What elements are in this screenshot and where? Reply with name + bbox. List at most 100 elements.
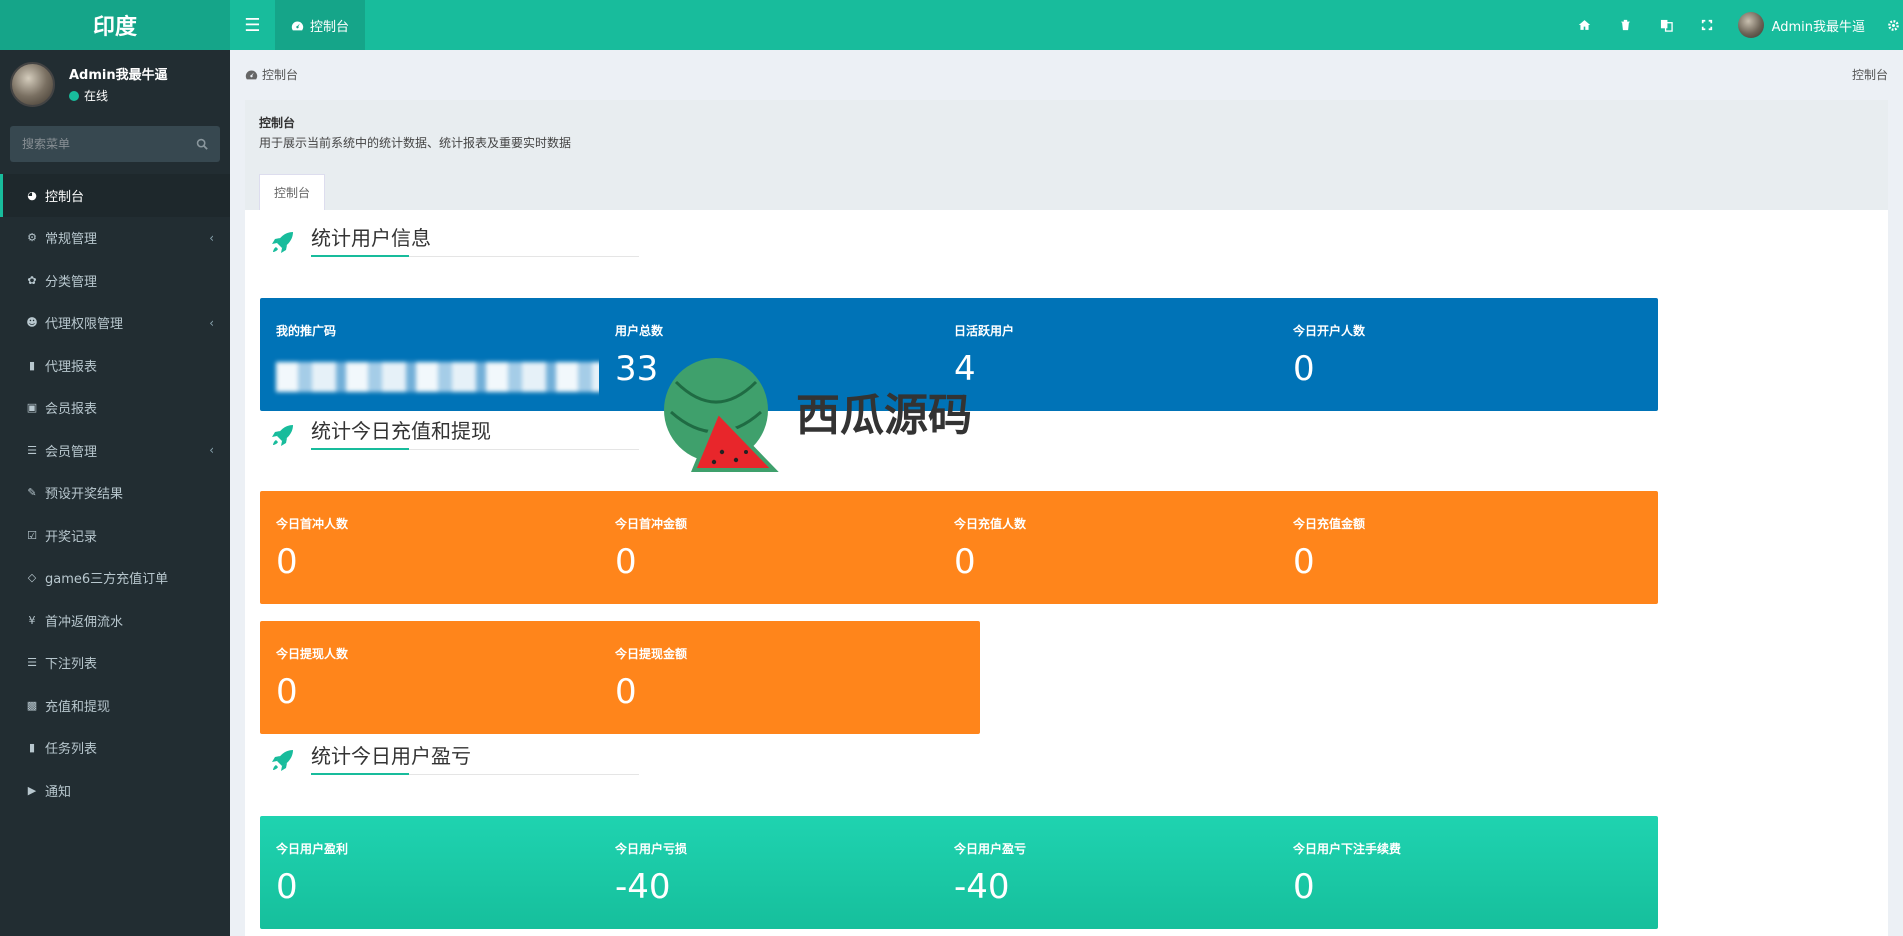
stat-card[interactable]: 今日提现人数 0 xyxy=(260,621,641,734)
sidebar-menu: ◕ 控制台 ⚙ 常规管理 ‹ ✿ 分类管理 ☻ 代理权限管理 ‹ ▮ 代理报表 ▣ 会员报表 ☰ 会员管理 ‹ ✎… xyxy=(0,174,230,812)
fullscreen-button[interactable] xyxy=(1687,0,1728,50)
menu-toggle-button[interactable]: ☰ xyxy=(230,0,275,50)
list-icon: ☰ xyxy=(27,656,37,670)
tab-dashboard-label: 控制台 xyxy=(310,19,350,35)
stat-card[interactable]: 今日首冲金额 0 xyxy=(599,491,980,604)
user-menu[interactable]: Admin我最牛逼 xyxy=(1728,12,1883,38)
sidebar-item-13[interactable]: ▮ 任务列表 xyxy=(0,727,230,770)
calendar-check-icon: ☑ xyxy=(27,528,37,542)
sidebar-user-name: Admin我最牛逼 xyxy=(69,68,168,83)
stat-label: 今日首冲人数 xyxy=(276,517,349,531)
edit-icon: ✎ xyxy=(27,486,37,500)
section-heading: 统计用户信息 xyxy=(311,226,431,250)
section-accent-line xyxy=(311,773,409,775)
stat-label: 日活跃用户 xyxy=(954,324,1015,338)
sidebar-item-label: 充值和提现 xyxy=(45,699,111,715)
language-button[interactable] xyxy=(1646,0,1687,50)
sidebar-item-10[interactable]: ¥ 首冲返佣流水 xyxy=(0,599,230,642)
group-icon: ☻ xyxy=(26,316,38,330)
stat-value: -40 xyxy=(954,867,1010,907)
chevron-left-icon: ‹ xyxy=(209,443,214,458)
stat-label: 今日用户盈亏 xyxy=(954,842,1027,856)
stat-label: 今日提现人数 xyxy=(276,647,349,661)
top-right-toolbar: Admin我最牛逼 xyxy=(1564,0,1903,50)
stat-value: 0 xyxy=(276,867,298,907)
sidebar-item-9[interactable]: ◇ game6三方充值订单 xyxy=(0,557,230,600)
sidebar-item-1[interactable]: ⚙ 常规管理 ‹ xyxy=(0,217,230,260)
section-heading: 统计今日充值和提现 xyxy=(311,419,491,443)
expand-icon xyxy=(1701,19,1713,31)
list-icon: ☰ xyxy=(27,443,37,457)
stat-value: 0 xyxy=(1293,542,1315,582)
stat-card[interactable]: 我的推广码 xyxy=(260,298,641,411)
clear-cache-button[interactable] xyxy=(1605,0,1646,50)
sidebar-item-0[interactable]: ◕ 控制台 xyxy=(0,174,230,217)
sidebar-item-6[interactable]: ☰ 会员管理 ‹ xyxy=(0,429,230,472)
stat-label: 今日用户下注手续费 xyxy=(1293,842,1402,856)
stat-card[interactable]: 今日提现金额 0 xyxy=(599,621,980,734)
sidebar-item-label: 控制台 xyxy=(45,189,85,205)
sidebar-item-4[interactable]: ▮ 代理报表 xyxy=(0,344,230,387)
settings-button[interactable] xyxy=(1883,0,1903,50)
brand-logo[interactable]: 印度 xyxy=(0,0,230,50)
status-text: 在线 xyxy=(84,89,109,103)
panel-body: 统计用户信息 我的推广码 用户总数 33 日活跃用户 4 今日开户人数 0 统计今日充值和提现今… xyxy=(245,210,1888,936)
tab-dashboard-panel[interactable]: 控制台 xyxy=(259,174,326,210)
sidebar-item-5[interactable]: ▣ 会员报表 xyxy=(0,387,230,430)
sidebar-item-8[interactable]: ☑ 开奖记录 xyxy=(0,514,230,557)
sidebar-item-3[interactable]: ☻ 代理权限管理 ‹ xyxy=(0,302,230,345)
dashboard-icon xyxy=(291,20,304,30)
stat-value: 0 xyxy=(1293,867,1315,907)
sidebar-item-label: 代理报表 xyxy=(45,359,98,375)
sidebar-item-7[interactable]: ✎ 预设开奖结果 xyxy=(0,472,230,515)
panel-description: 用于展示当前系统中的统计数据、统计报表及重要实时数据 xyxy=(259,136,572,150)
stat-card[interactable]: 今日用户盈亏 -40 xyxy=(938,816,1319,929)
stat-label: 今日用户盈利 xyxy=(276,842,349,856)
sidebar-item-label: 下注列表 xyxy=(45,657,98,673)
rocket-icon xyxy=(269,748,295,774)
stat-card[interactable]: 今日开户人数 0 xyxy=(1277,298,1658,411)
search-icon[interactable] xyxy=(196,138,208,150)
top-header: 印度 ☰ 控制台 Admin我最牛逼 xyxy=(0,0,1903,50)
main-content: 控制台 控制台 控制台 用于展示当前系统中的统计数据、统计报表及重要实时数据 控… xyxy=(230,50,1903,936)
sidebar-item-label: 预设开奖结果 xyxy=(45,487,124,503)
redacted-referral-code xyxy=(276,362,636,392)
dashboard-icon xyxy=(245,69,258,79)
stat-card[interactable]: 今日用户亏损 -40 xyxy=(599,816,980,929)
stat-label: 今日充值金额 xyxy=(1293,517,1366,531)
stat-label: 今日充值人数 xyxy=(954,517,1027,531)
stat-value: 0 xyxy=(954,542,976,582)
stat-label: 今日首冲金额 xyxy=(615,517,688,531)
sidebar-item-11[interactable]: ☰ 下注列表 xyxy=(0,642,230,685)
sidebar-item-14[interactable]: ▶ 通知 xyxy=(0,769,230,812)
stat-card[interactable]: 今日用户盈利 0 xyxy=(260,816,641,929)
money-icon: ▩ xyxy=(26,698,38,712)
rocket-icon xyxy=(269,230,295,256)
sidebar-item-12[interactable]: ▩ 充值和提现 xyxy=(0,684,230,727)
stat-label: 我的推广码 xyxy=(276,324,337,338)
sidebar-item-label: 常规管理 xyxy=(45,232,98,248)
panel-heading: 控制台 用于展示当前系统中的统计数据、统计报表及重要实时数据 控制台 xyxy=(245,100,1888,210)
sidebar-item-label: 会员报表 xyxy=(45,402,98,418)
stat-label: 用户总数 xyxy=(615,324,664,338)
stat-card[interactable]: 今日首冲人数 0 xyxy=(260,491,641,604)
leaf-icon: ✿ xyxy=(27,273,37,287)
watermark-text: 西瓜源码 xyxy=(796,390,972,441)
home-button[interactable] xyxy=(1564,0,1605,50)
section-heading: 统计今日用户盈亏 xyxy=(311,744,471,768)
tab-dashboard[interactable]: 控制台 xyxy=(275,0,366,50)
sidebar-item-label: 会员管理 xyxy=(45,444,98,460)
user-panel: Admin我最牛逼 在线 xyxy=(0,50,230,118)
breadcrumb-current[interactable]: 控制台 xyxy=(262,66,298,83)
stat-card[interactable]: 今日充值金额 0 xyxy=(1277,491,1658,604)
sidebar-item-2[interactable]: ✿ 分类管理 xyxy=(0,259,230,302)
search-input[interactable] xyxy=(22,137,196,151)
cogs-icon: ⚙ xyxy=(27,231,37,245)
stat-label: 今日提现金额 xyxy=(615,647,688,661)
stat-card[interactable]: 今日充值人数 0 xyxy=(938,491,1319,604)
stat-value: 0 xyxy=(1293,349,1315,389)
user-name: Admin我最牛逼 xyxy=(1771,19,1865,35)
hamburger-icon: ☰ xyxy=(244,14,261,36)
stat-value: 0 xyxy=(276,542,298,582)
stat-card[interactable]: 今日用户下注手续费 0 xyxy=(1277,816,1658,929)
